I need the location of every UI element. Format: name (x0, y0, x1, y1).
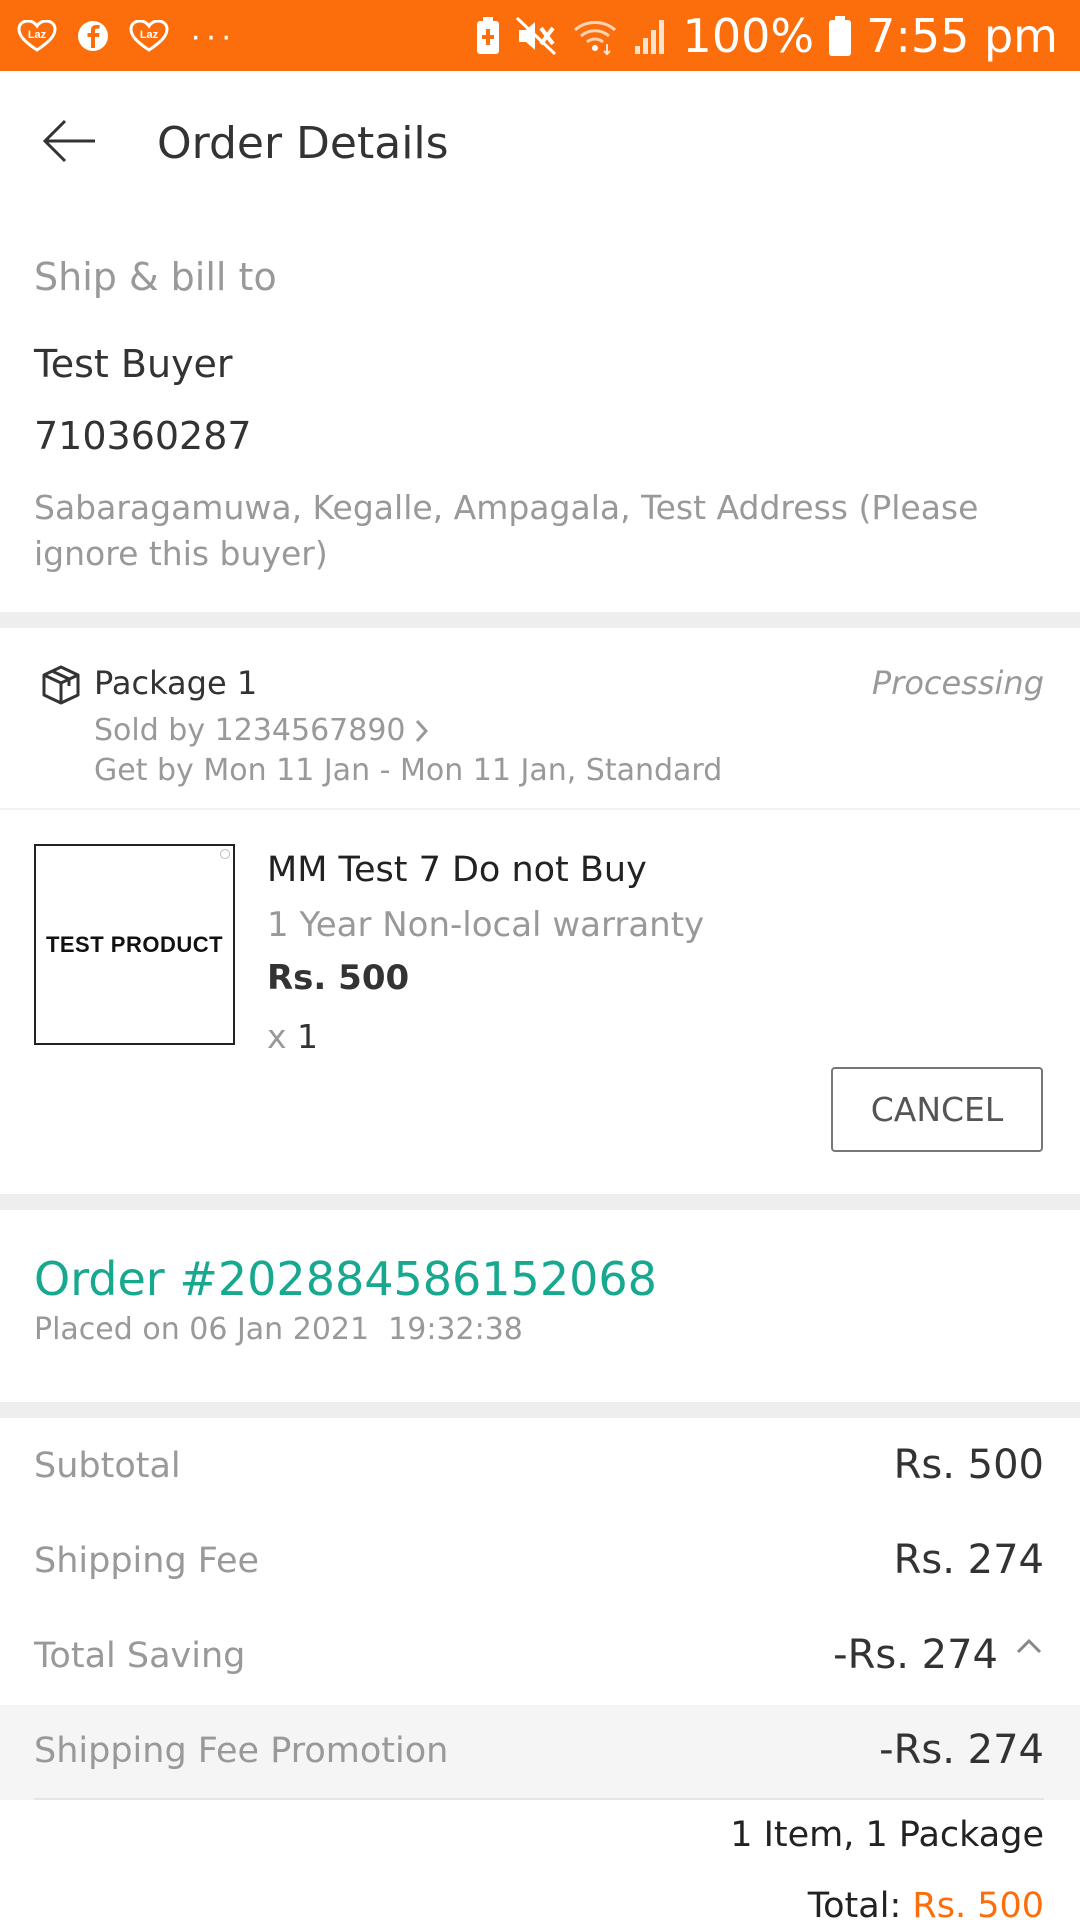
seller-label: Sold by 1234567890 (94, 713, 406, 748)
subtotal-label: Subtotal (34, 1446, 181, 1486)
order-placed-date: Placed on 06 Jan 2021 19:32:38 (34, 1312, 523, 1347)
quantity-prefix: x (267, 1017, 287, 1056)
package-divider (0, 808, 1080, 810)
shipping-fee-label: Shipping Fee (34, 1541, 260, 1581)
total-saving-label: Total Saving (34, 1636, 246, 1676)
shipping-fee-value: Rs. 274 (893, 1537, 1044, 1583)
product-quantity: x 1 (267, 1017, 318, 1056)
cancel-button[interactable]: CANCEL (831, 1067, 1043, 1152)
facebook-icon (72, 19, 114, 53)
clock: 7:55 pm (866, 8, 1058, 63)
product-price: Rs. 500 (267, 958, 410, 998)
laz-icon: Laz (128, 19, 170, 53)
image-badge-icon (220, 849, 230, 859)
order-number: Order #202884586152068 (34, 1252, 657, 1306)
chevron-up-icon[interactable] (1014, 1632, 1044, 1662)
order-info-section: Order #202884586152068 Placed on 06 Jan … (0, 1210, 1080, 1402)
arrow-left-icon (42, 119, 95, 163)
order-total: Total: Rs. 500 (808, 1886, 1044, 1920)
total-saving-value: -Rs. 274 (833, 1632, 998, 1678)
items-count: 1 Item, 1 Package (730, 1815, 1044, 1855)
package-status: Processing (871, 664, 1044, 702)
quantity-value: 1 (297, 1017, 319, 1056)
summary-divider (34, 1798, 1044, 1800)
svg-text:Laz: Laz (140, 29, 159, 41)
buyer-phone: 710360287 (34, 414, 252, 458)
buyer-name: Test Buyer (34, 342, 233, 386)
battery-percent: 100% (682, 8, 815, 63)
total-label: Total: (807, 1886, 902, 1920)
package-label: Package 1 (94, 664, 258, 702)
signal-icon (633, 16, 669, 56)
seller-link[interactable]: Sold by 1234567890 (94, 713, 430, 748)
product-warranty: 1 Year Non-local warranty (267, 905, 705, 945)
shipping-promo-label: Shipping Fee Promotion (34, 1731, 449, 1771)
subtotal-value: Rs. 500 (893, 1442, 1044, 1488)
shipping-promo-row: Shipping Fee Promotion -Rs. 274 (0, 1705, 1080, 1800)
section-divider (0, 1194, 1080, 1210)
battery-saver-icon (475, 16, 501, 56)
mute-icon (515, 16, 557, 56)
battery-icon (828, 15, 852, 57)
section-divider (0, 612, 1080, 628)
status-bar-notifications: Laz Laz ··· (16, 0, 236, 71)
ship-bill-section: Ship & bill to Test Buyer 710360287 Saba… (0, 211, 1080, 612)
ship-bill-title: Ship & bill to (34, 255, 277, 299)
svg-text:Laz: Laz (28, 29, 47, 41)
package-section: Package 1 Processing Sold by 1234567890 … (0, 628, 1080, 1194)
back-button[interactable] (34, 111, 104, 171)
more-notifications-icon: ··· (190, 16, 236, 55)
shipping-promo-value: -Rs. 274 (879, 1727, 1044, 1773)
page-title: Order Details (157, 118, 449, 169)
total-value: Rs. 500 (912, 1886, 1044, 1920)
header: Order Details (0, 71, 1080, 211)
wifi-icon (571, 16, 619, 56)
package-icon (40, 664, 82, 706)
section-divider (0, 1402, 1080, 1418)
product-image[interactable]: TEST PRODUCT (34, 844, 235, 1045)
total-saving-row[interactable]: Total Saving -Rs. 274 (0, 1610, 1080, 1705)
product-image-text: TEST PRODUCT (45, 931, 224, 957)
chevron-right-icon (415, 719, 428, 742)
product-name[interactable]: MM Test 7 Do not Buy (267, 850, 647, 890)
subtotal-row: Subtotal Rs. 500 (0, 1420, 1080, 1515)
laz-icon: Laz (16, 19, 58, 53)
status-bar: Laz Laz ··· 100% 7:55 pm (0, 0, 1080, 71)
shipping-fee-row: Shipping Fee Rs. 274 (0, 1515, 1080, 1610)
delivery-estimate: Get by Mon 11 Jan - Mon 11 Jan, Standard (94, 753, 723, 788)
buyer-address: Sabaragamuwa, Kegalle, Ampagala, Test Ad… (34, 488, 979, 573)
status-bar-system: 100% 7:55 pm (475, 0, 1058, 71)
